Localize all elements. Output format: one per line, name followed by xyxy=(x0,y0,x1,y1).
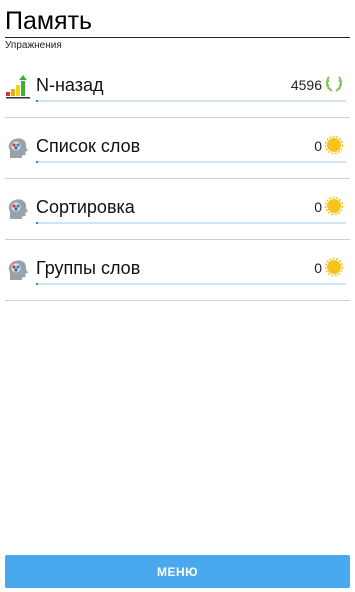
exercise-score: 0 xyxy=(314,260,322,276)
exercise-underline xyxy=(36,283,346,285)
title-divider xyxy=(5,37,350,38)
exercise-label: Сортировка xyxy=(36,197,135,217)
exercise-label: N-назад xyxy=(36,75,104,95)
exercise-underline xyxy=(36,100,346,102)
page-subtitle: Упражнения xyxy=(5,40,62,51)
laurel-wreath-icon xyxy=(325,76,343,92)
exercise-label: Список слов xyxy=(36,136,141,156)
bar-chart-up-icon xyxy=(6,75,30,99)
exercise-score: 0 xyxy=(314,199,322,215)
exercise-list: N-назад 4596 Список слов 0 Сортировка 0 … xyxy=(0,57,355,301)
brain-head-icon xyxy=(8,260,28,280)
sun-coin-icon xyxy=(324,135,344,155)
exercise-row-word-groups[interactable]: Группы слов 0 xyxy=(5,240,350,301)
exercise-label: Группы слов xyxy=(36,258,141,278)
header: Память Упражнения xyxy=(5,6,350,51)
exercise-score: 0 xyxy=(314,138,322,154)
brain-head-icon xyxy=(8,138,28,158)
exercise-underline xyxy=(36,161,346,163)
sun-coin-icon xyxy=(324,257,344,277)
exercise-row-n-back[interactable]: N-назад 4596 xyxy=(5,57,350,118)
page-title: Память xyxy=(5,7,93,35)
sun-coin-icon xyxy=(324,196,344,216)
menu-button[interactable]: МЕНЮ xyxy=(5,555,350,588)
exercise-row-sorting[interactable]: Сортировка 0 xyxy=(5,179,350,240)
brain-head-icon xyxy=(8,199,28,219)
exercise-row-word-list[interactable]: Список слов 0 xyxy=(5,118,350,179)
exercise-score: 4596 xyxy=(290,77,322,93)
exercise-underline xyxy=(36,222,346,224)
